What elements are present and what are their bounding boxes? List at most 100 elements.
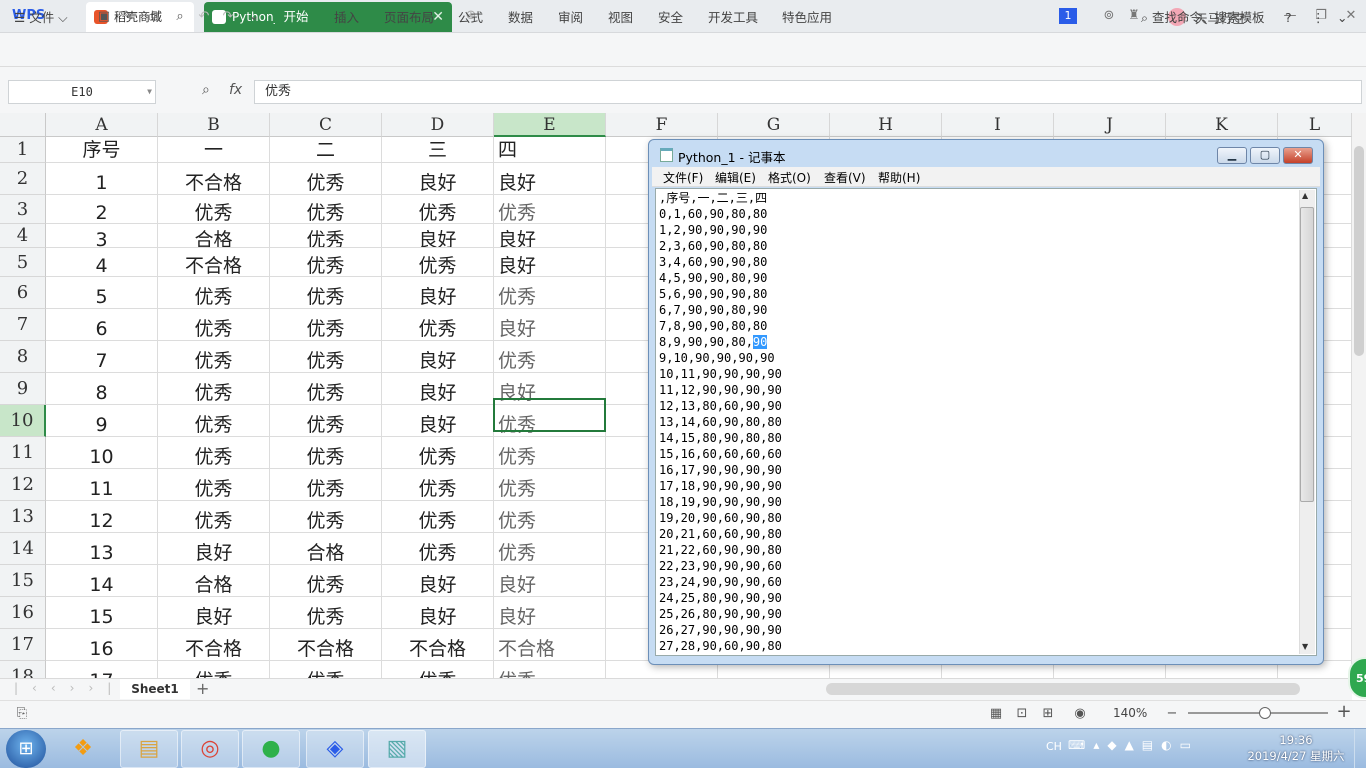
fx-icon[interactable]: fx [229, 82, 242, 98]
cell-b4[interactable]: 合格 [158, 224, 270, 248]
input-lang[interactable]: CH [1046, 740, 1062, 753]
cell-e17[interactable]: 不合格 [494, 629, 606, 661]
notepad-maximize-button[interactable]: ▢ [1250, 147, 1280, 164]
cell-d12[interactable]: 优秀 [382, 469, 494, 501]
tab-review[interactable]: 审阅 [558, 8, 583, 28]
cell-d1[interactable]: 三 [382, 137, 494, 163]
cell-e8[interactable]: 优秀 [494, 341, 606, 373]
cell-a8[interactable]: 7 [46, 341, 158, 373]
cell-d2[interactable]: 良好 [382, 163, 494, 195]
tray-icons[interactable]: ⌨▴◆▲▤◐▭ [1068, 738, 1199, 752]
cell-b16[interactable]: 良好 [158, 597, 270, 629]
cell-e5[interactable]: 良好 [494, 248, 606, 277]
row-header-16[interactable]: 16 [0, 597, 46, 629]
column-header-e[interactable]: E [494, 113, 606, 137]
cell-b11[interactable]: 优秀 [158, 437, 270, 469]
cell-b13[interactable]: 优秀 [158, 501, 270, 533]
cell-c13[interactable]: 优秀 [270, 501, 382, 533]
cell-c7[interactable]: 优秀 [270, 309, 382, 341]
sheet-nav-arrows[interactable]: |‹‹››| [14, 681, 125, 695]
cell-b15[interactable]: 合格 [158, 565, 270, 597]
show-desktop-button[interactable] [1354, 729, 1366, 768]
cell-d17[interactable]: 不合格 [382, 629, 494, 661]
column-header-k[interactable]: K [1166, 113, 1278, 137]
add-sheet-icon[interactable]: + [196, 679, 209, 698]
formula-input[interactable]: 优秀 [254, 80, 1362, 104]
multi-color-app-icon[interactable]: ❖ [68, 735, 98, 763]
row-header-17[interactable]: 17 [0, 629, 46, 661]
zoom-level[interactable]: 140% [1113, 706, 1147, 720]
cell-c9[interactable]: 优秀 [270, 373, 382, 405]
page-break-view-icon[interactable]: ⊞ [1040, 706, 1056, 722]
cell-d15[interactable]: 良好 [382, 565, 494, 597]
clock[interactable]: 19:36 2019/4/27 星期六 [1244, 732, 1348, 764]
row-header-14[interactable]: 14 [0, 533, 46, 565]
notepad-scroll-thumb[interactable] [1300, 207, 1314, 502]
column-header-d[interactable]: D [382, 113, 494, 137]
cell-a1[interactable]: 序号 [46, 137, 158, 163]
column-header-c[interactable]: C [270, 113, 382, 137]
cell-c3[interactable]: 优秀 [270, 195, 382, 224]
close-tab-icon[interactable]: ✕ [432, 2, 444, 32]
cell-b12[interactable]: 优秀 [158, 469, 270, 501]
macro-icon[interactable]: ⎘ [14, 706, 30, 722]
collapse-ribbon-icon[interactable]: ⌄ [1337, 8, 1347, 28]
tab-page-layout[interactable]: 页面布局 [384, 8, 434, 28]
cell-c6[interactable]: 优秀 [270, 277, 382, 309]
cell-a17[interactable]: 16 [46, 629, 158, 661]
cell-c4[interactable]: 优秀 [270, 224, 382, 248]
cell-c1[interactable]: 二 [270, 137, 382, 163]
tab-formula[interactable]: 公式 [458, 8, 483, 28]
row-header-6[interactable]: 6 [0, 277, 46, 309]
cell-d3[interactable]: 优秀 [382, 195, 494, 224]
sheet-tab[interactable]: Sheet1 [120, 679, 190, 699]
column-header-g[interactable]: G [718, 113, 830, 137]
cell-c10[interactable]: 优秀 [270, 405, 382, 437]
cell-b14[interactable]: 良好 [158, 533, 270, 565]
cell-d9[interactable]: 良好 [382, 373, 494, 405]
cell-d18[interactable]: 优秀 [382, 661, 494, 678]
cell-b17[interactable]: 不合格 [158, 629, 270, 661]
dropdown-icon[interactable]: ▼ [147, 81, 152, 103]
format-painter-icon[interactable]: ✎ [120, 9, 136, 25]
cell-c2[interactable]: 优秀 [270, 163, 382, 195]
redo-icon[interactable]: ↷ [220, 9, 236, 25]
tab-security[interactable]: 安全 [658, 8, 683, 28]
print-icon[interactable]: ⎙ [146, 9, 162, 25]
select-all-corner[interactable] [0, 113, 46, 137]
page-indicator[interactable]: 1 [1059, 8, 1077, 24]
cell-b9[interactable]: 优秀 [158, 373, 270, 405]
cell-c16[interactable]: 优秀 [270, 597, 382, 629]
cell-b1[interactable]: 一 [158, 137, 270, 163]
row-header-15[interactable]: 15 [0, 565, 46, 597]
cell-d7[interactable]: 优秀 [382, 309, 494, 341]
cloud-sync-icon[interactable]: ⊚ [1101, 8, 1117, 24]
cell-d11[interactable]: 优秀 [382, 437, 494, 469]
column-header-i[interactable]: I [942, 113, 1054, 137]
tab-developer[interactable]: 开发工具 [708, 8, 758, 28]
cell-c17[interactable]: 不合格 [270, 629, 382, 661]
cell-e16[interactable]: 良好 [494, 597, 606, 629]
cell-a14[interactable]: 13 [46, 533, 158, 565]
cell-e1[interactable]: 四 [494, 137, 606, 163]
cell-c15[interactable]: 优秀 [270, 565, 382, 597]
normal-view-icon[interactable]: ▦ [988, 706, 1004, 722]
print-preview-icon[interactable]: ⌕ [172, 9, 188, 25]
cell-b8[interactable]: 优秀 [158, 341, 270, 373]
cell-d5[interactable]: 优秀 [382, 248, 494, 277]
notepad-minimize-button[interactable]: ▁ [1217, 147, 1247, 164]
cell-a13[interactable]: 12 [46, 501, 158, 533]
cell-a2[interactable]: 1 [46, 163, 158, 195]
cell-c5[interactable]: 优秀 [270, 248, 382, 277]
cell-e11[interactable]: 优秀 [494, 437, 606, 469]
cell-e13[interactable]: 优秀 [494, 501, 606, 533]
undo-icon[interactable]: ↶ [196, 9, 212, 25]
cell-c18[interactable]: 优秀 [270, 661, 382, 678]
cell-d10[interactable]: 良好 [382, 405, 494, 437]
row-header-2[interactable]: 2 [0, 163, 46, 195]
cell-a11[interactable]: 10 [46, 437, 158, 469]
cell-a6[interactable]: 5 [46, 277, 158, 309]
row-header-3[interactable]: 3 [0, 195, 46, 224]
notepad-text[interactable]: ,序号,一,二,三,四 0,1,60,90,80,80 1,2,90,90,90,9… [659, 190, 1299, 652]
notepad-menu-view[interactable]: 查看(V) [824, 169, 866, 186]
